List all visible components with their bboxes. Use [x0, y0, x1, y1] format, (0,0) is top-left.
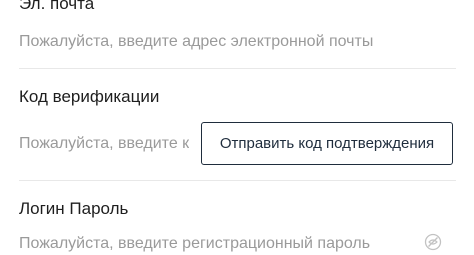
- verification-divider: [19, 180, 456, 181]
- verification-code-input[interactable]: [19, 133, 189, 155]
- send-verification-code-button[interactable]: Отправить код подтверждения: [201, 122, 453, 165]
- password-input[interactable]: [19, 233, 419, 255]
- email-divider: [19, 68, 456, 69]
- eye-slash-icon[interactable]: [424, 233, 442, 251]
- email-input[interactable]: [19, 31, 459, 53]
- password-label: Логин Пароль: [19, 199, 129, 218]
- email-label: Эл. почта: [19, 0, 95, 13]
- verification-code-label: Код верификации: [19, 87, 160, 106]
